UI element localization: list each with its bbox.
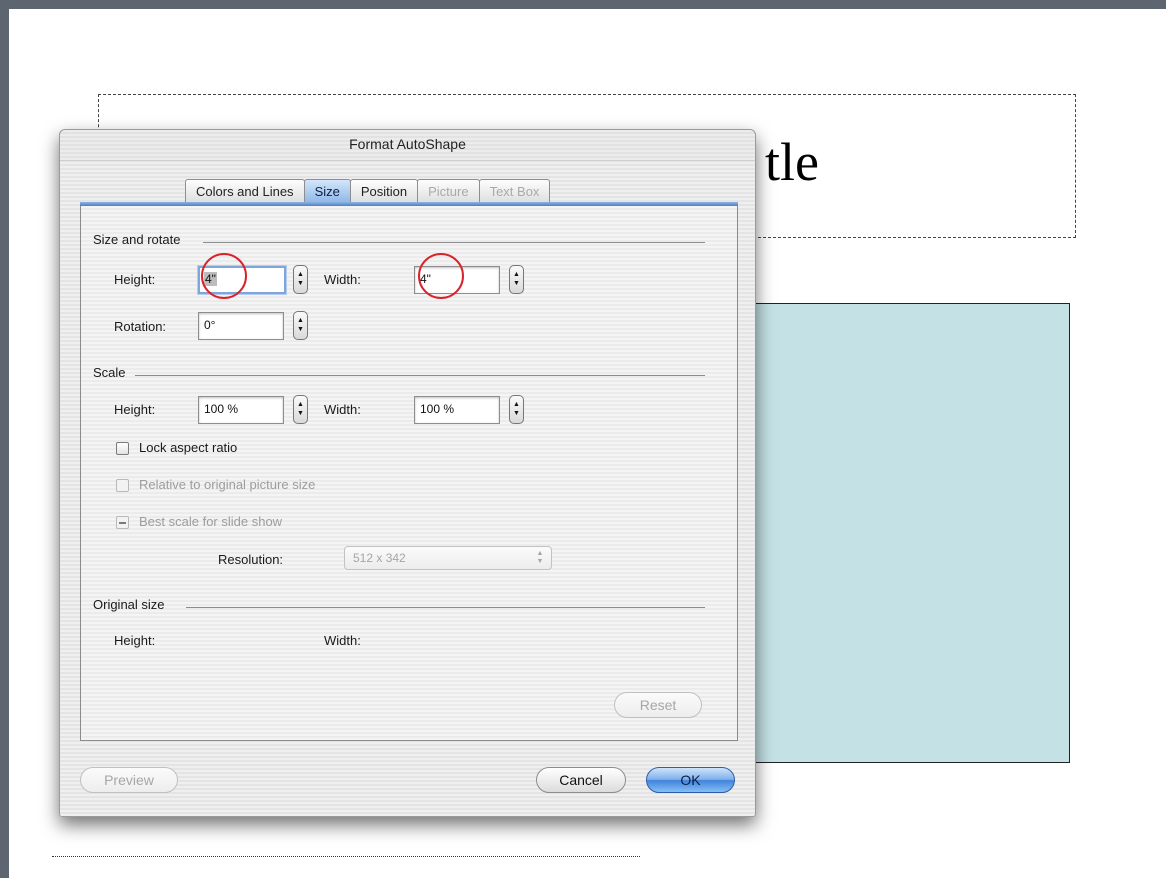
scale-height-value: 100 %: [204, 402, 239, 416]
group-label-original-size: Original size: [93, 597, 165, 612]
panel-accent-line: [80, 202, 738, 206]
tab-colors-and-lines[interactable]: Colors and Lines: [185, 179, 305, 203]
rotation-label: Rotation:: [114, 319, 167, 334]
group-label-size-rotate: Size and rotate: [93, 232, 181, 247]
size-width-stepper[interactable]: ▲ ▼: [509, 265, 524, 294]
scale-height-input[interactable]: 100 %: [198, 396, 284, 424]
scale-height-label: Height:: [114, 402, 156, 417]
relative-size-checkbox: [116, 479, 129, 492]
resolution-label: Resolution:: [218, 552, 284, 567]
rotation-stepper[interactable]: ▲ ▼: [293, 311, 308, 340]
scale-height-stepper[interactable]: ▲ ▼: [293, 395, 308, 424]
preview-button: Preview: [80, 767, 178, 793]
resolution-value: 512 x 342: [353, 551, 406, 565]
highlight-circle-height: [201, 253, 247, 299]
size-height-stepper[interactable]: ▲ ▼: [293, 265, 308, 294]
popup-arrows-icon: ▲ ▼: [536, 550, 544, 565]
mixed-state-dash-icon: [119, 522, 126, 524]
tab-picture: Picture: [417, 179, 480, 203]
autoshape-rectangle[interactable]: [739, 303, 1070, 763]
relative-size-label: Relative to original picture size: [139, 477, 316, 492]
tab-position[interactable]: Position: [349, 179, 419, 203]
tab-text-box: Text Box: [478, 179, 551, 203]
size-tab-panel: Size and rotate Height: 4" ▲ ▼ Width: 4" …: [80, 202, 738, 741]
rotation-value: 0°: [204, 318, 216, 332]
ok-button[interactable]: OK: [646, 767, 735, 793]
slide-title-text: tle: [765, 132, 819, 192]
original-height-label: Height:: [114, 633, 156, 648]
highlight-circle-width: [418, 253, 464, 299]
group-label-scale: Scale: [93, 365, 126, 380]
group-divider: [203, 242, 705, 243]
size-width-label: Width:: [324, 272, 361, 287]
format-autoshape-dialog: Format AutoShape Colors and Lines Size P…: [59, 129, 756, 817]
rotation-input[interactable]: 0°: [198, 312, 284, 340]
dialog-titlebar[interactable]: Format AutoShape: [60, 130, 755, 161]
group-divider: [186, 607, 705, 608]
size-height-label: Height:: [114, 272, 156, 287]
dialog-title: Format AutoShape: [349, 136, 466, 152]
best-scale-checkbox: [116, 516, 129, 529]
scale-width-input[interactable]: 100 %: [414, 396, 500, 424]
tab-bar: Colors and Lines Size Position Picture T…: [185, 179, 551, 204]
scale-width-stepper[interactable]: ▲ ▼: [509, 395, 524, 424]
original-width-label: Width:: [324, 633, 361, 648]
scale-width-value: 100 %: [420, 402, 455, 416]
text-placeholder-border: [52, 856, 640, 857]
lock-aspect-label[interactable]: Lock aspect ratio: [139, 440, 237, 455]
group-divider: [135, 375, 705, 376]
resolution-popup: 512 x 342 ▲ ▼: [344, 546, 552, 570]
lock-aspect-checkbox[interactable]: [116, 442, 129, 455]
tab-size[interactable]: Size: [303, 179, 351, 203]
cancel-button[interactable]: Cancel: [536, 767, 626, 793]
scale-width-label: Width:: [324, 402, 361, 417]
reset-button: Reset: [614, 692, 702, 718]
best-scale-label: Best scale for slide show: [139, 514, 283, 529]
